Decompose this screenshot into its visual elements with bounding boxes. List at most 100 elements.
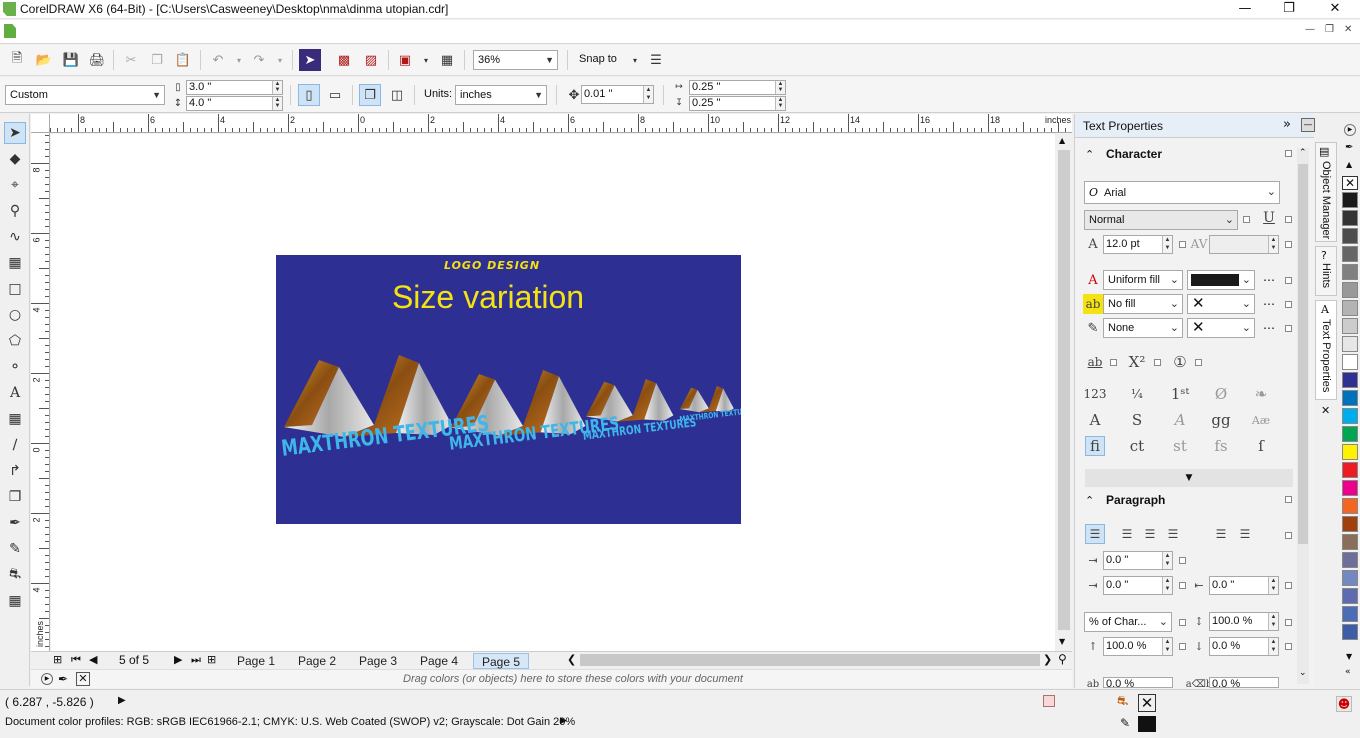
user-account-icon[interactable]: ☻ <box>1336 696 1352 712</box>
profiles-expand-icon[interactable]: ▶ <box>560 716 567 726</box>
after-paragraph-field[interactable]: 0.0 % ▲ ▼ <box>1209 637 1279 656</box>
outline-settings-icon[interactable]: … <box>1263 318 1275 332</box>
docker-scrollbar[interactable]: ⌃ ⌄ <box>1297 148 1309 684</box>
palette-swatch[interactable] <box>1342 498 1358 514</box>
all-pages-icon[interactable]: ❐ <box>359 84 381 106</box>
landscape-icon[interactable]: ▭ <box>324 84 346 106</box>
after-paragraph-pin[interactable] <box>1285 643 1292 650</box>
numerals-icon[interactable]: 123 <box>1084 384 1107 404</box>
font-style-pin[interactable] <box>1243 216 1250 223</box>
undo-dropdown-icon[interactable]: ▾ <box>228 49 250 71</box>
cut-icon[interactable]: ✂ <box>120 49 142 71</box>
drawing-canvas[interactable]: LOGO DESIGN Size variation MAXTHRON TEXT… <box>51 134 1055 651</box>
line-spacing-field[interactable]: 100.0 % ▲ ▼ <box>1209 612 1279 631</box>
outline-color-swatch[interactable] <box>1138 716 1156 732</box>
fractions-icon[interactable]: ¼ <box>1127 384 1147 404</box>
add-page-after-icon[interactable]: ⊞ <box>207 653 216 666</box>
first-page-icon[interactable]: ⏮ <box>71 653 81 667</box>
ellipse-tool-icon[interactable]: ○ <box>4 304 26 326</box>
launcher-dropdown-icon[interactable]: ▾ <box>415 49 437 71</box>
character-more-icon[interactable]: ▼ <box>1085 469 1293 487</box>
align-left-icon[interactable]: ☰ <box>1117 524 1137 544</box>
outline-pin[interactable] <box>1285 325 1292 332</box>
color-profiles-text[interactable]: Document color profiles: RGB: sRGB IEC61… <box>5 716 575 728</box>
duplicate-y-field[interactable]: 0.25 " ▲ ▼ <box>689 96 786 111</box>
superscript-icon[interactable]: X² <box>1127 352 1147 372</box>
crop-tool-icon[interactable]: ⌖ <box>4 174 26 196</box>
underline-pin[interactable] <box>1285 216 1292 223</box>
tab-hints[interactable]: ? Hints <box>1315 246 1337 296</box>
portrait-icon[interactable]: ▯ <box>298 84 320 106</box>
status-expand-icon[interactable]: ▶ <box>118 695 126 706</box>
palette-scroll-down-icon[interactable]: ▼ <box>1346 652 1352 661</box>
palette-swatch[interactable] <box>1342 480 1358 496</box>
long-s-icon[interactable]: ſ <box>1251 436 1271 456</box>
tab-page-1[interactable]: Page 1 <box>229 653 283 669</box>
snap-dropdown-icon[interactable]: ▾ <box>624 49 646 71</box>
tab-page-4[interactable]: Page 4 <box>412 653 466 669</box>
case-pin[interactable] <box>1195 359 1202 366</box>
scroll-up-icon[interactable]: ▲ <box>1059 136 1065 145</box>
color-proof-icon[interactable] <box>1043 695 1055 707</box>
basic-shapes-tool-icon[interactable]: ⚬ <box>4 356 26 378</box>
shape-tool-icon[interactable]: ◆ <box>4 148 26 170</box>
palette-eyedropper-icon[interactable]: ✒ <box>1345 142 1353 153</box>
new-document-icon[interactable]: 🗎 <box>6 49 28 71</box>
paragraph-pin[interactable] <box>1285 496 1292 503</box>
freehand-tool-icon[interactable]: ∿ <box>4 226 26 248</box>
historical-ligatures-icon[interactable]: st <box>1170 436 1190 456</box>
next-page-icon[interactable]: ▶ <box>174 653 182 666</box>
docker-collapse-icon[interactable]: » <box>1283 117 1291 132</box>
full-justify-icon[interactable]: ☰ <box>1211 524 1231 544</box>
stylistic-icon[interactable]: A <box>1170 410 1190 430</box>
font-size-field[interactable]: 12.0 pt ▲ ▼ <box>1103 235 1173 254</box>
ornaments-icon[interactable]: ❧ <box>1251 384 1271 404</box>
pick-tool-icon[interactable]: ➤ <box>4 122 26 144</box>
open-icon[interactable]: 📂 <box>33 49 55 71</box>
vertical-scroll-thumb[interactable] <box>1058 150 1070 630</box>
palette-swatch[interactable] <box>1342 336 1358 352</box>
previous-page-icon[interactable]: ◀ <box>89 653 97 666</box>
force-justify-icon[interactable]: ☰ <box>1235 524 1255 544</box>
palette-flyout-icon[interactable]: ▶ <box>41 673 53 685</box>
scroll-down-icon[interactable]: ▼ <box>1059 637 1065 646</box>
align-center-icon[interactable]: ☰ <box>1140 524 1160 544</box>
outline-pen-icon[interactable]: ✎ <box>4 538 26 560</box>
undo-icon[interactable]: ↶ <box>207 49 229 71</box>
historical-forms-icon[interactable]: fs <box>1211 436 1231 456</box>
doc-close-icon[interactable]: ✕ <box>1344 24 1352 35</box>
palette-swatch[interactable] <box>1342 354 1358 370</box>
case-icon[interactable]: ① <box>1170 352 1190 372</box>
stylistic-set-icon[interactable]: gg <box>1211 410 1231 430</box>
artwork-page[interactable]: LOGO DESIGN Size variation MAXTHRON TEXT… <box>276 255 741 524</box>
palette-swatch[interactable] <box>1342 606 1358 622</box>
left-indent-field[interactable]: 0.0 " ▲ ▼ <box>1103 576 1173 595</box>
line-spacing-pin[interactable] <box>1285 619 1292 626</box>
docker-tab-close-icon[interactable]: ✕ <box>1321 404 1330 417</box>
font-size-pin[interactable] <box>1179 241 1186 248</box>
palette-expand-icon[interactable]: « <box>1345 667 1351 677</box>
paragraph-collapse-icon[interactable]: ⌃ <box>1085 494 1094 507</box>
tab-page-2[interactable]: Page 2 <box>290 653 344 669</box>
eyedropper-tool-icon[interactable]: ✒ <box>4 512 26 534</box>
palette-swatch[interactable] <box>1342 318 1358 334</box>
palette-swatch[interactable] <box>1342 408 1358 424</box>
font-style-list[interactable]: Normal ⌄ <box>1084 210 1238 230</box>
minimize-icon[interactable]: — <box>1222 0 1268 19</box>
background-settings-icon[interactable]: … <box>1263 294 1275 308</box>
scroll-right-icon[interactable]: ❯ <box>1043 653 1052 666</box>
underline-style-icon[interactable]: ab <box>1085 352 1105 372</box>
save-icon[interactable]: 💾 <box>60 49 82 71</box>
copy-icon[interactable]: ❐ <box>146 49 168 71</box>
fill-color-picker[interactable]: ⌄ <box>1187 270 1255 290</box>
fill-color-none[interactable]: ✕ <box>1138 694 1156 712</box>
superscript-pin[interactable] <box>1154 359 1161 366</box>
background-pin[interactable] <box>1285 301 1292 308</box>
export-icon[interactable]: ▨ <box>360 49 382 71</box>
titling-icon[interactable]: A <box>1085 410 1105 430</box>
interactive-fill-tool-icon[interactable]: ▦ <box>4 590 26 612</box>
docker-scroll-down-icon[interactable]: ⌄ <box>1299 668 1307 678</box>
zoom-levels-combo[interactable]: 36% ▼ <box>473 50 558 70</box>
palette-swatch[interactable] <box>1342 390 1358 406</box>
fill-settings-icon[interactable]: … <box>1263 270 1275 284</box>
